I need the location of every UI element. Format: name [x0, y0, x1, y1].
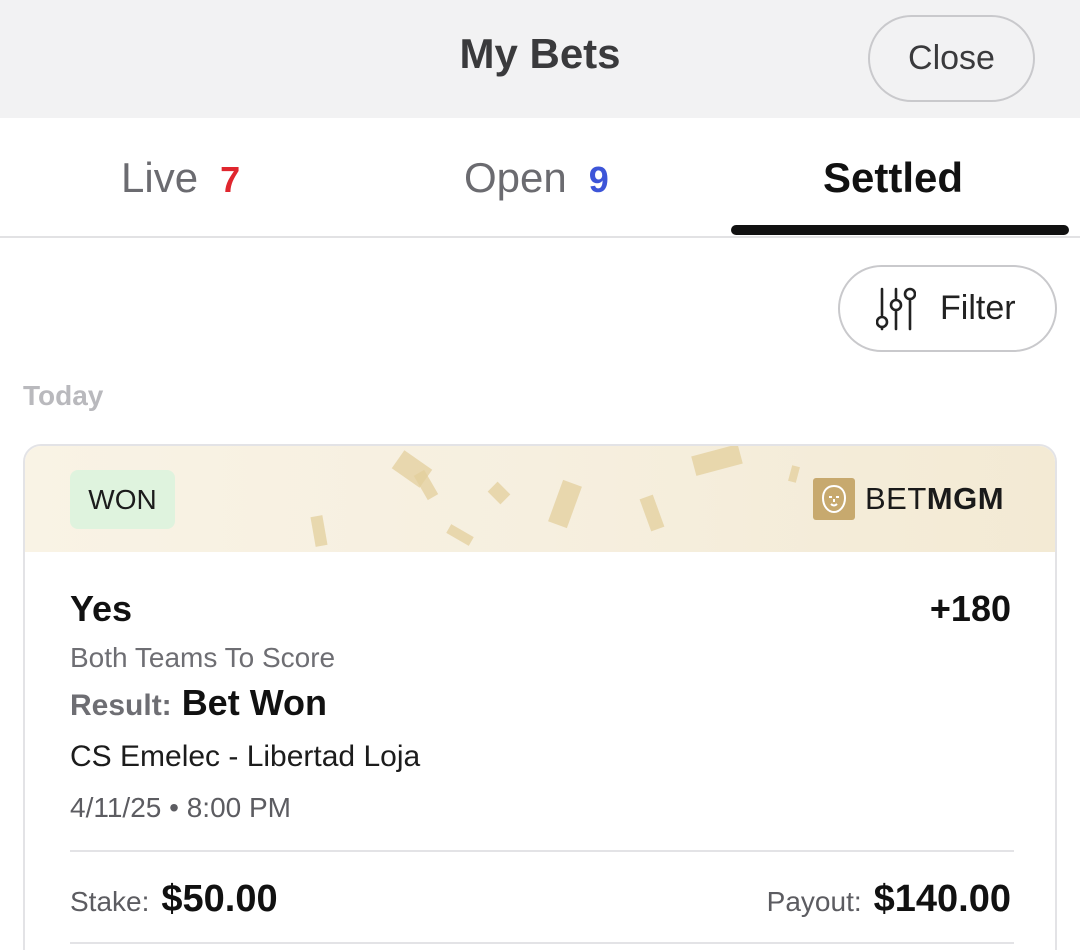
confetti-piece	[548, 479, 582, 529]
brand-logo: BETMGM	[813, 478, 1004, 520]
confetti-piece	[487, 481, 511, 505]
brand-suffix: MGM	[926, 481, 1005, 516]
stake-value: $50.00	[161, 878, 278, 920]
tab-live-count: 7	[220, 159, 241, 200]
section-date-label: Today	[23, 380, 104, 411]
confetti-piece	[310, 515, 328, 547]
event-datetime: 4/11/25 • 8:00 PM	[70, 792, 291, 824]
close-button[interactable]: Close	[868, 15, 1035, 102]
confetti-piece	[639, 494, 665, 532]
payout-row: Payout: $140.00	[767, 878, 1011, 921]
bet-card-banner: WON BETMGM	[25, 446, 1055, 552]
event-date: 4/11/25	[70, 792, 162, 823]
tab-live[interactable]: Live 7	[121, 154, 240, 202]
result-label: Result:	[70, 689, 172, 722]
tab-open-count: 9	[588, 159, 609, 200]
tab-settled[interactable]: Settled	[823, 154, 963, 202]
bet-selection: Yes	[70, 588, 133, 629]
tab-live-label: Live	[121, 154, 199, 201]
payout-value: $140.00	[873, 878, 1011, 920]
confetti-piece	[446, 524, 474, 546]
bet-odds: +180	[929, 588, 1011, 629]
datetime-separator: •	[169, 792, 187, 823]
tab-open[interactable]: Open 9	[464, 154, 609, 202]
lion-logo-icon	[813, 478, 855, 520]
payout-label: Payout:	[766, 886, 862, 917]
bet-card[interactable]: WON BETMGM Yes +180 Both Teams To Score …	[23, 444, 1057, 950]
bet-result: Result: Bet Won	[70, 682, 327, 724]
confetti-piece	[691, 446, 743, 476]
status-badge: WON	[70, 470, 175, 529]
event-time: 8:00 PM	[186, 792, 291, 823]
confetti-piece	[788, 465, 800, 483]
stake-row: Stake: $50.00	[70, 878, 278, 921]
divider	[70, 942, 1014, 944]
divider	[70, 850, 1014, 852]
filter-button[interactable]: Filter	[838, 265, 1057, 352]
tab-bar: Live 7 Open 9 Settled	[0, 118, 1080, 238]
stake-label: Stake:	[70, 886, 150, 917]
active-tab-indicator	[731, 225, 1069, 235]
brand-prefix: BET	[865, 481, 927, 516]
tab-open-label: Open	[464, 154, 567, 201]
bet-market: Both Teams To Score	[70, 642, 336, 673]
filter-label: Filter	[940, 289, 1016, 327]
header-bar: My Bets Close	[0, 0, 1080, 118]
event-name: CS Emelec - Libertad Loja	[70, 740, 421, 773]
sliders-icon	[876, 287, 916, 330]
tab-settled-label: Settled	[823, 154, 964, 201]
result-value: Bet Won	[181, 682, 328, 723]
